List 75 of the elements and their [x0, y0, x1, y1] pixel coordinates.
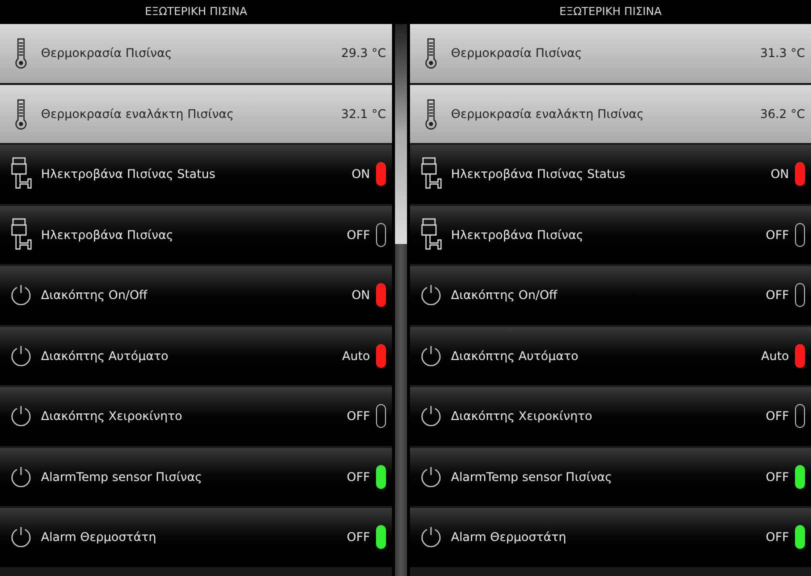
control-row[interactable]: Διακόπτης Αυτόματο Auto	[410, 326, 811, 385]
row-value: ON	[770, 166, 789, 184]
row-value: 36.2 °C	[760, 106, 805, 123]
row-value: OFF	[766, 529, 789, 546]
valve-icon	[420, 157, 442, 192]
row-value: Auto	[761, 348, 789, 365]
control-row[interactable]: Διακόπτης Χειροκίνητο OFF	[0, 387, 392, 446]
thermometer-icon	[14, 37, 28, 70]
row-label: AlarmTemp sensor Πισίνας	[451, 468, 614, 486]
row-value: OFF	[766, 408, 789, 426]
row-value: OFF	[346, 226, 370, 244]
row-value: OFF	[766, 226, 789, 244]
sensor-row[interactable]: Θερμοκρασία Πισίνας 29.3 °C	[0, 24, 392, 82]
row-label: Ηλεκτροβάνα Πισίνας	[41, 226, 174, 244]
thermometer-icon	[14, 98, 28, 130]
control-row[interactable]: Ηλεκτροβάνα Πισίνας Status ON	[410, 145, 811, 204]
row-label: Διακόπτης Χειροκίνητο	[451, 408, 594, 426]
row-label: Διακόπτης Χειροκίνητο	[41, 408, 184, 426]
row-value: OFF	[346, 529, 370, 546]
row-label: Alarm Θερμοστάτη	[451, 529, 568, 546]
control-row[interactable]: Ηλεκτροβάνα Πισίνας OFF	[410, 206, 811, 264]
row-label: Διακόπτης On/Off	[41, 287, 148, 304]
control-row[interactable]: Διακόπτης Αυτόματο Auto	[0, 326, 392, 385]
thermometer-icon	[424, 37, 438, 70]
power-icon	[420, 526, 442, 548]
control-row[interactable]: Ηλεκτροβάνα Πισίνας OFF	[0, 206, 392, 264]
power-icon	[420, 344, 442, 367]
row-label: Θερμοκρασία Πισίνας	[451, 45, 583, 62]
row-label: Ηλεκτροβάνα Πισίνας	[451, 226, 584, 244]
row-label: Alarm Θερμοστάτη	[41, 529, 158, 546]
row-value: OFF	[766, 468, 789, 486]
row-label: Διακόπτης On/Off	[451, 287, 558, 304]
row-value: ON	[352, 287, 370, 304]
row-value: ON	[352, 166, 370, 184]
row-value: 31.3 °C	[760, 45, 805, 62]
control-row[interactable]: Alarm Θερμοστάτη OFF	[410, 508, 811, 566]
row-label: Ηλεκτροβάνα Πισίνας Status	[41, 166, 216, 184]
valve-icon	[10, 218, 32, 252]
row-label: Διακόπτης Αυτόματο	[41, 348, 170, 365]
power-icon	[10, 526, 32, 548]
control-row[interactable]: AlarmTemp sensor Πισίνας OFF	[410, 448, 811, 506]
power-icon	[420, 405, 442, 428]
row-label: AlarmTemp sensor Πισίνας	[41, 468, 204, 486]
thermometer-icon	[424, 98, 438, 130]
power-icon	[10, 344, 32, 367]
sensor-row[interactable]: Θερμοκρασία εναλάκτη Πισίνας 32.1 °C	[0, 84, 392, 143]
row-label: Ηλεκτροβάνα Πισίνας Status	[451, 166, 626, 184]
sensor-row[interactable]: Θερμοκρασία εναλάκτη Πισίνας 36.2 °C	[410, 84, 811, 143]
sensor-row[interactable]: Θερμοκρασία Πισίνας 31.3 °C	[410, 24, 811, 82]
row-value: OFF	[346, 408, 370, 426]
row-label: Θερμοκρασία Πισίνας	[41, 45, 173, 62]
control-row[interactable]: Alarm Θερμοστάτη OFF	[0, 508, 392, 566]
control-row[interactable]: Ηλεκτροβάνα Πισίνας Status ON	[0, 145, 392, 204]
valve-icon	[10, 157, 32, 192]
control-row[interactable]: Διακόπτης Χειροκίνητο OFF	[410, 387, 811, 446]
power-icon	[420, 466, 442, 488]
row-label: Διακόπτης Αυτόματο	[451, 348, 580, 365]
power-icon	[10, 405, 32, 428]
power-icon	[10, 466, 32, 488]
row-value: Auto	[342, 348, 370, 365]
control-row[interactable]: Διακόπτης On/Off ON	[0, 266, 392, 324]
row-value: OFF	[766, 287, 789, 304]
row-label: Θερμοκρασία εναλάκτη Πισίνας	[451, 106, 645, 123]
panel-header: ΕΞΩΤΕΡΙΚΗ ΠΙΣΙΝΑ	[410, 0, 811, 24]
power-icon	[420, 284, 442, 306]
control-row[interactable]: Διακόπτης On/Off OFF	[410, 266, 811, 324]
row-value: 32.1 °C	[341, 106, 386, 123]
control-row[interactable]: AlarmTemp sensor Πισίνας OFF	[0, 448, 392, 506]
panel-header: ΕΞΩΤΕΡΙΚΗ ΠΙΣΙΝΑ	[0, 0, 392, 24]
row-label: Θερμοκρασία εναλάκτη Πισίνας	[41, 106, 235, 123]
valve-icon	[420, 218, 442, 252]
row-value: OFF	[346, 468, 370, 486]
scrollbar[interactable]	[395, 24, 407, 576]
row-value: 29.3 °C	[341, 45, 386, 62]
power-icon	[10, 284, 32, 306]
